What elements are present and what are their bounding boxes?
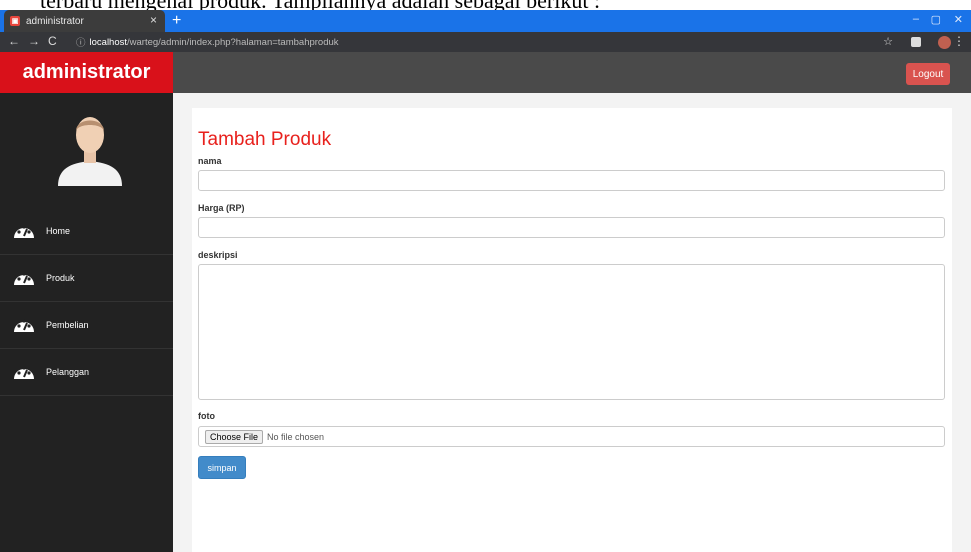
logout-button[interactable]: Logout <box>906 63 950 85</box>
no-file-text: No file chosen <box>267 431 325 442</box>
harga-field[interactable] <box>198 217 945 238</box>
menu-kebab-icon[interactable]: ⋮ <box>953 34 965 48</box>
minimize-icon[interactable]: – <box>913 13 919 25</box>
maximize-icon[interactable]: ▢ <box>931 13 941 26</box>
tab-title: administrator <box>26 15 84 27</box>
new-tab-icon[interactable]: + <box>172 12 181 30</box>
sidebar-item-produk[interactable]: Produk <box>0 255 173 302</box>
nama-label: nama <box>198 156 222 166</box>
profile-avatar[interactable] <box>938 36 951 49</box>
window-close-icon[interactable]: ✕ <box>954 13 963 26</box>
simpan-button[interactable]: simpan <box>198 456 246 479</box>
sidebar-item-label: Produk <box>46 273 75 283</box>
favicon-icon: ▣ <box>10 16 20 26</box>
browser-tab-bar: ▣ administrator × + – ▢ ✕ <box>0 10 971 32</box>
deskripsi-textarea[interactable] <box>198 264 945 400</box>
url-input[interactable]: ⓘ localhost/warteg/admin/index.php?halam… <box>76 34 876 50</box>
dashboard-icon <box>14 366 34 379</box>
address-bar: ← → C ⓘ localhost/warteg/admin/index.php… <box>0 32 971 52</box>
sidebar-item-label: Pelanggan <box>46 367 90 377</box>
nama-field[interactable] <box>198 170 945 191</box>
harga-label: Harga (RP) <box>198 203 245 213</box>
info-icon: ⓘ <box>76 38 86 49</box>
reload-icon[interactable]: C <box>48 34 57 48</box>
sidebar-item-label: Pembelian <box>46 320 89 330</box>
url-host: localhost <box>89 36 128 48</box>
close-tab-icon[interactable]: × <box>150 13 157 27</box>
sidebar-item-label: Home <box>46 226 71 236</box>
sidebar-item-pembelian[interactable]: Pembelian <box>0 302 173 349</box>
dashboard-icon <box>14 272 34 285</box>
browser-tab[interactable]: ▣ administrator × <box>4 10 165 32</box>
foto-file-input[interactable]: Choose File No file chosen <box>198 426 945 447</box>
forward-icon[interactable]: → <box>28 34 40 48</box>
bookmark-star-icon[interactable]: ☆ <box>883 35 893 48</box>
extension-icon[interactable] <box>911 37 921 47</box>
dashboard-icon <box>14 319 34 332</box>
choose-file-button[interactable]: Choose File <box>205 429 264 444</box>
brand-title[interactable]: administrator <box>0 52 173 93</box>
dashboard-icon <box>14 225 34 238</box>
top-navbar: Logout <box>173 52 971 93</box>
document-text: terbaru mengenai produk. Tampilannya ada… <box>40 0 600 10</box>
back-icon[interactable]: ← <box>8 34 20 48</box>
url-path: /warteg/admin/index.php?halaman=tambahpr… <box>127 36 339 48</box>
deskripsi-label: deskripsi <box>198 250 238 260</box>
user-avatar-icon <box>58 117 122 186</box>
page-title: Tambah Produk <box>198 129 332 150</box>
foto-label: foto <box>198 411 215 421</box>
document-background: terbaru mengenai produk. Tampilannya ada… <box>0 0 971 10</box>
sidebar-item-home[interactable]: Home <box>0 208 173 255</box>
sidebar: Home Produk Pembelian Pelanggan <box>0 93 173 552</box>
sidebar-item-pelanggan[interactable]: Pelanggan <box>0 349 173 396</box>
